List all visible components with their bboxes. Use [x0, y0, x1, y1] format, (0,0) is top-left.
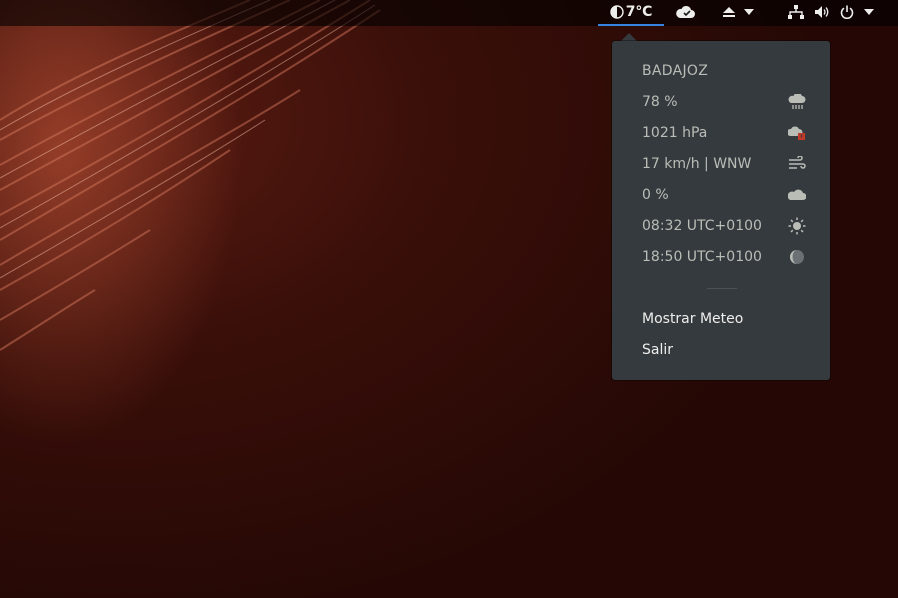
sunset-moon-icon: [788, 248, 806, 266]
pressure-icon: [788, 124, 806, 142]
chevron-down-icon: [864, 9, 874, 15]
exit-menu-item[interactable]: Salir: [642, 342, 673, 358]
sunrise-row: 08:32 UTC+0100: [642, 215, 806, 237]
city-name: BADAJOZ: [642, 63, 709, 79]
humidity-value: 78 %: [642, 94, 678, 110]
wind-icon: [788, 155, 806, 173]
cloud-sync-indicator[interactable]: [675, 0, 697, 24]
pressure-value: 1021 hPa: [642, 125, 708, 141]
cloud-check-icon: [676, 5, 695, 18]
eject-icon: [723, 7, 735, 17]
cloudiness-icon: [788, 186, 806, 204]
show-weather-menu-item[interactable]: Mostrar Meteo: [642, 311, 743, 327]
rain-humidity-icon: [788, 93, 806, 111]
volume-icon: [815, 6, 829, 18]
moon-weather-icon: [610, 5, 624, 19]
power-icon: [840, 5, 854, 19]
sunset-row: 18:50 UTC+0100: [642, 246, 806, 268]
cloudiness-row: 0 %: [642, 184, 806, 206]
weather-popup-menu: BADAJOZ 78 % 1021 hPa 17 km/h | WNW 0 % …: [612, 41, 830, 380]
sunset-value: 18:50 UTC+0100: [642, 249, 762, 265]
sunrise-value: 08:32 UTC+0100: [642, 218, 762, 234]
wind-row: 17 km/h | WNW: [642, 153, 806, 175]
weather-indicator[interactable]: 7°C: [598, 0, 664, 26]
cloudiness-value: 0 %: [642, 187, 669, 203]
chevron-down-icon: [744, 9, 754, 15]
sunrise-icon: [788, 217, 806, 235]
network-icon: [788, 5, 804, 19]
removable-drive-menu[interactable]: [722, 0, 762, 24]
humidity-row: 78 %: [642, 91, 806, 113]
system-menu[interactable]: [788, 0, 888, 24]
temperature-label: 7°C: [625, 4, 653, 20]
pressure-row: 1021 hPa: [642, 122, 806, 144]
menu-separator: [707, 288, 737, 289]
wind-value: 17 km/h | WNW: [642, 156, 752, 172]
top-panel: 7°C: [0, 0, 898, 26]
